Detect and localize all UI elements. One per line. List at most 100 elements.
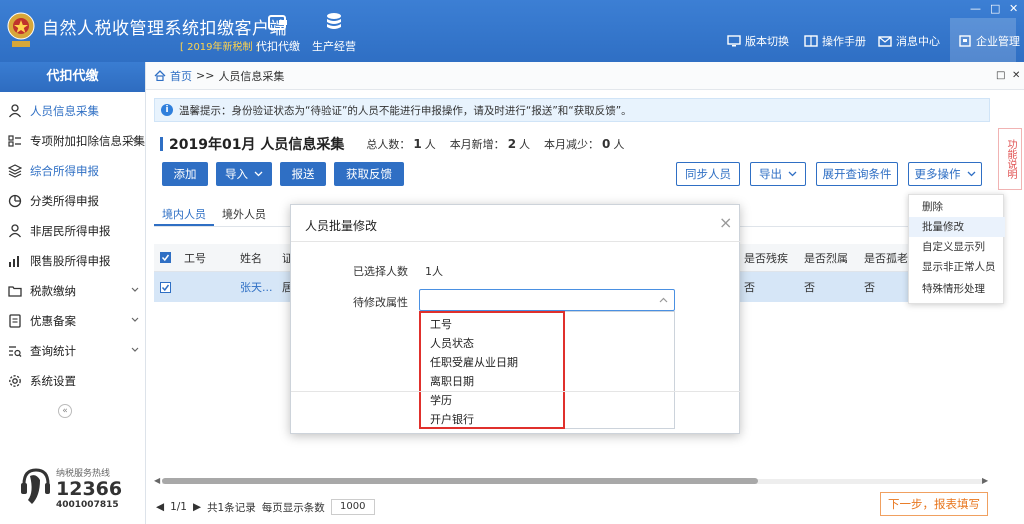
sidebar-item-system-settings[interactable]: 系统设置 — [0, 366, 146, 396]
bars-icon — [9, 256, 19, 267]
notice-bar: i 温馨提示：身份验证状态为“待验证”的人员不能进行申报操作，请及时进行“报送”… — [154, 98, 990, 122]
col-martyr: 是否烈属 — [804, 251, 848, 265]
book-icon — [804, 35, 818, 47]
minimize-button[interactable]: — — [970, 2, 981, 15]
prev-page-icon[interactable]: ◀ — [156, 501, 164, 513]
close-button[interactable]: ✕ — [1009, 2, 1018, 15]
batch-edit-dialog: 人员批量修改 × 已选择人数 1人 待修改属性 工号 人员状态 任职受雇从业日期… — [290, 204, 741, 434]
list-icon — [8, 135, 21, 147]
cell-name-link[interactable]: 张天... — [234, 272, 276, 302]
chevron-down-icon — [131, 347, 139, 352]
cell-disabled: 否 — [744, 281, 755, 294]
tab-restore-button[interactable]: □ — [996, 70, 1005, 81]
sidebar-item-comprehensive-income[interactable]: 综合所得申报 — [0, 156, 146, 186]
sync-personnel-button[interactable]: 同步人员 — [676, 162, 740, 186]
menu-item-delete[interactable]: 删除 — [909, 197, 1005, 217]
record-count: 共1条记录 — [207, 501, 256, 514]
sidebar-item-preferential-filing[interactable]: 优惠备案 — [0, 306, 146, 336]
cell-employee-id — [178, 272, 234, 302]
breadcrumb-home[interactable]: 首页 — [170, 68, 192, 84]
horizontal-scrollbar[interactable]: ◀ ▶ — [154, 476, 990, 486]
headset-icon — [21, 468, 50, 504]
version-switch-button[interactable]: 版本切换 — [727, 33, 789, 49]
submit-button[interactable]: 报送 — [280, 162, 326, 186]
sidebar-item-classified-income[interactable]: 分类所得申报 — [0, 186, 146, 216]
col-disabled: 是否残疾 — [744, 251, 788, 265]
restore-button[interactable]: □ — [990, 2, 1000, 15]
row-checkbox[interactable] — [160, 281, 171, 293]
annotation-highlight-box — [419, 311, 565, 429]
doc-icon — [9, 314, 21, 328]
more-actions-button[interactable]: 更多操作 — [908, 162, 982, 186]
scroll-thumb[interactable] — [162, 478, 758, 484]
chevron-down-icon — [131, 137, 139, 142]
sidebar-collapse-button[interactable]: « — [58, 404, 72, 418]
chevron-down-icon — [967, 171, 975, 177]
attribute-select[interactable] — [419, 289, 675, 311]
dialog-footer-divider — [291, 391, 741, 392]
menu-item-show-abnormal[interactable]: 显示非正常人员 — [909, 257, 1005, 277]
get-feedback-button[interactable]: 获取反馈 — [334, 162, 404, 186]
next-page-icon[interactable]: ▶ — [193, 501, 201, 513]
add-button[interactable]: 添加 — [162, 162, 208, 186]
per-page-label: 每页显示条数 — [261, 501, 325, 514]
checkmark-icon — [161, 254, 170, 262]
chevron-up-icon — [659, 297, 668, 303]
menu-item-custom-columns[interactable]: 自定义显示列 — [909, 237, 1005, 257]
app-header: 自然人税收管理系统扣缴客户端 [ 2019年新税制 ] 代扣代缴 生产经营 版本… — [0, 0, 1024, 62]
import-button[interactable]: 导入 — [216, 162, 272, 186]
wallet-icon — [268, 15, 287, 30]
chevron-down-icon — [254, 171, 263, 177]
chevron-down-icon — [131, 317, 139, 322]
search-list-icon — [9, 346, 22, 357]
sidebar-item-tax-payment[interactable]: 税款缴纳 — [0, 276, 146, 306]
expand-query-button[interactable]: 展开查询条件 — [816, 162, 898, 186]
monitor-icon — [727, 35, 741, 47]
dialog-close-icon[interactable]: × — [719, 213, 732, 232]
sidebar-item-restricted-stock[interactable]: 限售股所得申报 — [0, 246, 146, 276]
sidebar: 代扣代缴 人员信息采集 专项附加扣除信息采集 综合所得申报 分类所得申报 非居民… — [0, 62, 146, 524]
stat-reduced: 本月减少： 0 人 — [544, 137, 625, 151]
pie-icon — [8, 194, 22, 208]
col-employee-id: 工号 — [184, 251, 206, 265]
sidebar-item-person-info[interactable]: 人员信息采集 — [0, 96, 146, 126]
tab-overseas[interactable]: 境外人员 — [214, 202, 274, 226]
message-center-button[interactable]: 消息中心 — [878, 33, 940, 49]
nav-production[interactable]: 生产经营 — [306, 12, 362, 54]
tab-close-button[interactable]: ✕ — [1012, 70, 1020, 81]
tax-emblem-icon — [7, 12, 35, 47]
app-subtitle: [ 2019年新税制 ] — [180, 42, 260, 53]
sidebar-title: 代扣代缴 — [0, 62, 145, 92]
export-button[interactable]: 导出 — [750, 162, 806, 186]
menu-item-batch-edit[interactable]: 批量修改 — [909, 217, 1005, 237]
nav-withholding[interactable]: 代扣代缴 — [250, 12, 306, 54]
breadcrumb: 首页 >> 人员信息采集 — [146, 62, 1024, 90]
manual-button[interactable]: 操作手册 — [804, 33, 866, 49]
tab-domestic[interactable]: 境内人员 — [154, 202, 214, 226]
sidebar-item-special-deduction[interactable]: 专项附加扣除信息采集 — [0, 126, 146, 156]
page-indicator: 1/1 — [170, 501, 187, 513]
sidebar-item-query-stats[interactable]: 查询统计 — [0, 336, 146, 366]
per-page-input[interactable]: 1000 — [330, 499, 375, 515]
attribute-label: 待修改属性 — [353, 296, 408, 309]
breadcrumb-separator: >> — [196, 69, 215, 82]
more-actions-menu: 删除 批量修改 自定义显示列 显示非正常人员 特殊情形处理 — [908, 194, 1005, 304]
enterprise-management-button[interactable]: 企业管理 — [958, 33, 1020, 49]
chevron-down-icon — [131, 287, 139, 292]
nav-production-label: 生产经营 — [312, 40, 356, 53]
select-all-checkbox[interactable] — [160, 252, 171, 263]
stat-total: 总人数： 1 人 — [366, 137, 436, 151]
layers-icon — [8, 164, 22, 178]
service-hotline: 纳税服务热线 12366 4001007815 — [16, 462, 136, 512]
scroll-right-icon[interactable]: ▶ — [982, 476, 988, 485]
breadcrumb-current: 人员信息采集 — [218, 69, 285, 83]
scroll-left-icon[interactable]: ◀ — [154, 476, 160, 485]
function-help-button[interactable]: 功能说明 — [998, 128, 1022, 190]
stat-new: 本月新增： 2 人 — [449, 137, 531, 151]
select-all-cell — [154, 244, 178, 271]
title-accent — [160, 137, 163, 151]
sidebar-item-nonresident-income[interactable]: 非居民所得申报 — [0, 216, 146, 246]
menu-item-special-case[interactable]: 特殊情形处理 — [909, 279, 1005, 299]
next-step-button[interactable]: 下一步，报表填写 — [880, 492, 988, 516]
building-icon — [959, 35, 971, 47]
